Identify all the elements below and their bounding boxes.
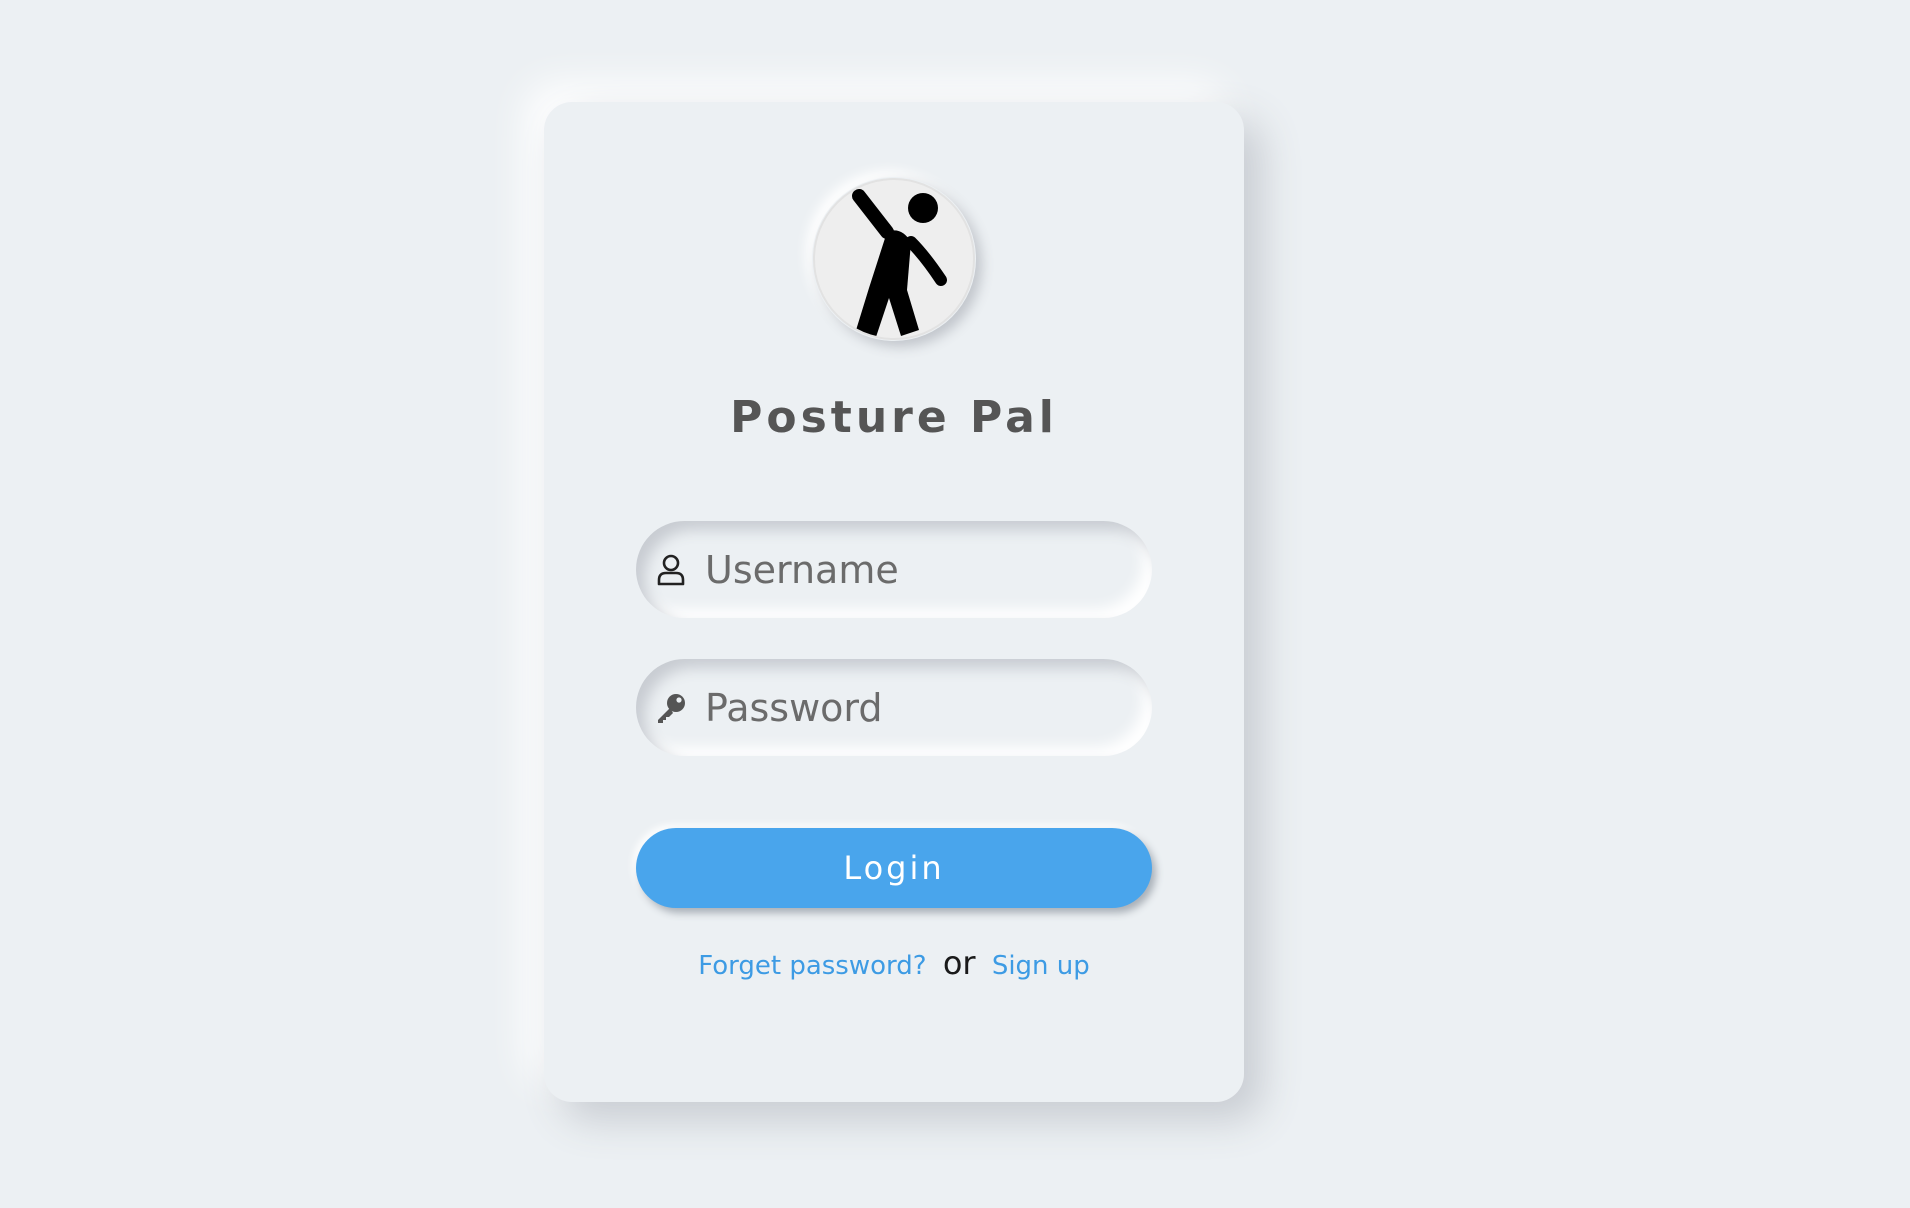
stretching-person-icon xyxy=(813,178,975,340)
app-logo xyxy=(812,177,976,341)
auth-links: Forget password? or Sign up xyxy=(544,944,1244,982)
sign-up-link[interactable]: Sign up xyxy=(992,951,1090,981)
key-icon xyxy=(655,691,687,725)
password-input[interactable] xyxy=(705,685,1125,730)
username-input[interactable] xyxy=(705,547,1125,592)
or-separator: or xyxy=(942,944,976,982)
login-button[interactable]: Login xyxy=(636,828,1152,908)
login-card: Posture Pal Login Forget password? or Si… xyxy=(544,102,1244,1102)
user-icon xyxy=(655,553,687,587)
app-title: Posture Pal xyxy=(730,392,1058,443)
forgot-password-link[interactable]: Forget password? xyxy=(698,951,926,981)
username-field[interactable] xyxy=(636,521,1152,618)
password-field[interactable] xyxy=(636,659,1152,756)
